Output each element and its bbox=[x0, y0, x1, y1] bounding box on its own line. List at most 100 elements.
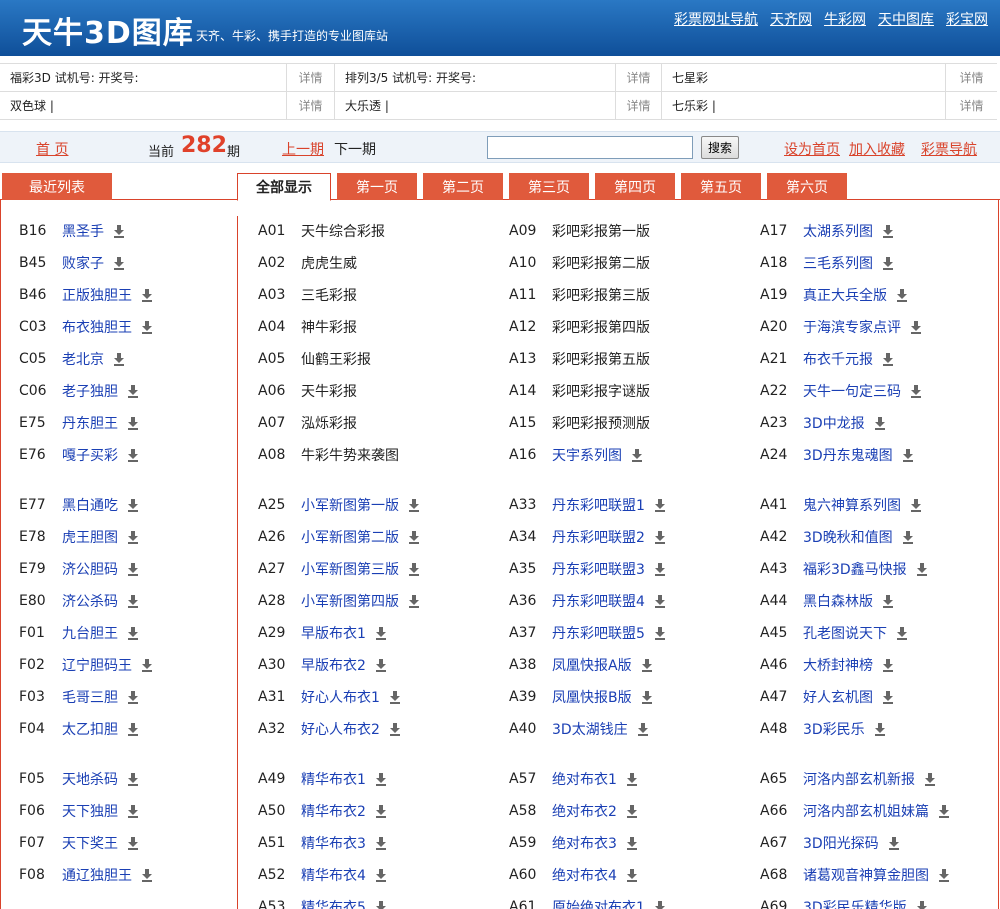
chart-item[interactable]: A15 彩吧彩报预测版 bbox=[509, 414, 650, 432]
chart-item[interactable]: A16 天宇系列图 bbox=[509, 446, 642, 464]
chart-item-title[interactable]: 凤凰快报A版 bbox=[552, 655, 632, 675]
chart-item-title[interactable]: 丹东彩吧联盟5 bbox=[552, 623, 645, 643]
chart-item-title[interactable]: 河洛内部玄机新报 bbox=[803, 769, 915, 789]
tab-page-1[interactable]: 第一页 bbox=[337, 173, 417, 200]
download-icon[interactable] bbox=[911, 320, 921, 334]
chart-item[interactable]: A35 丹东彩吧联盟3 bbox=[509, 560, 665, 578]
chart-item[interactable]: A31 好心人布衣1 bbox=[258, 688, 400, 706]
chart-item-title[interactable]: 九台胆王 bbox=[62, 623, 118, 643]
chart-item-title[interactable]: 彩吧彩报预测版 bbox=[552, 413, 650, 433]
chart-item[interactable]: B45 败家子 bbox=[19, 254, 124, 272]
download-icon[interactable] bbox=[637, 722, 648, 736]
tab-page-5[interactable]: 第五页 bbox=[681, 173, 761, 200]
chart-item-title[interactable]: 好人玄机图 bbox=[803, 687, 873, 707]
chart-item[interactable]: A09 彩吧彩报第一版 bbox=[509, 222, 650, 240]
chart-item-title[interactable]: 丹东彩吧联盟3 bbox=[552, 559, 645, 579]
chart-item-title[interactable]: 好心人布衣1 bbox=[301, 687, 380, 707]
download-icon[interactable] bbox=[375, 772, 386, 786]
search-input[interactable] bbox=[487, 136, 693, 159]
chart-item-title[interactable]: 败家子 bbox=[62, 253, 104, 273]
chart-item[interactable]: A50 精华布衣2 bbox=[258, 802, 386, 820]
chart-item[interactable]: A41 鬼六神算系列图 bbox=[760, 496, 921, 514]
chart-item[interactable]: A17 太湖系列图 bbox=[760, 222, 893, 240]
chart-item[interactable]: A43 福彩3D鑫马快报 bbox=[760, 560, 927, 578]
chart-item-title[interactable]: 彩吧彩报字谜版 bbox=[552, 381, 650, 401]
chart-item-title[interactable]: 真正大兵全版 bbox=[803, 285, 887, 305]
chart-item[interactable]: A11 彩吧彩报第三版 bbox=[509, 286, 650, 304]
download-icon[interactable] bbox=[626, 836, 637, 850]
chart-item[interactable]: A68 诸葛观音神算金胆图 bbox=[760, 866, 949, 884]
chart-item-title[interactable]: 原始绝对布衣1 bbox=[552, 897, 645, 909]
download-icon[interactable] bbox=[874, 416, 885, 430]
chart-item-title[interactable]: 天下独胆 bbox=[62, 801, 118, 821]
chart-item-title[interactable]: 天牛一句定三码 bbox=[803, 381, 901, 401]
chart-item-title[interactable]: 精华布衣1 bbox=[301, 769, 366, 789]
download-icon[interactable] bbox=[626, 868, 637, 882]
download-icon[interactable] bbox=[409, 594, 419, 608]
chart-item-title[interactable]: 小军新图第三版 bbox=[301, 559, 399, 579]
chart-item[interactable]: A30 早版布衣2 bbox=[258, 656, 386, 674]
chart-item[interactable]: A48 3D彩民乐 bbox=[760, 720, 885, 738]
chart-item[interactable]: A38 凤凰快报A版 bbox=[509, 656, 652, 674]
chart-item[interactable]: A66 河洛内部玄机姐妹篇 bbox=[760, 802, 949, 820]
download-icon[interactable] bbox=[632, 448, 642, 462]
download-icon[interactable] bbox=[389, 690, 400, 704]
download-icon[interactable] bbox=[142, 658, 152, 672]
download-icon[interactable] bbox=[654, 562, 665, 576]
tab-page-3[interactable]: 第三页 bbox=[509, 173, 589, 200]
chart-item-title[interactable]: 丹东彩吧联盟1 bbox=[552, 495, 645, 515]
chart-item[interactable]: A26 小军新图第二版 bbox=[258, 528, 419, 546]
chart-item-title[interactable]: 3D彩民乐精华版 bbox=[803, 897, 907, 909]
download-icon[interactable] bbox=[128, 772, 138, 786]
download-icon[interactable] bbox=[128, 690, 138, 704]
tab-recent-list[interactable]: 最近列表 bbox=[2, 173, 112, 200]
download-icon[interactable] bbox=[375, 658, 386, 672]
chart-item-title[interactable]: 布衣独胆王 bbox=[62, 317, 132, 337]
chart-item[interactable]: F07 天下奖王 bbox=[19, 834, 138, 852]
chart-item[interactable]: A10 彩吧彩报第二版 bbox=[509, 254, 650, 272]
chart-item-title[interactable]: 大桥封神榜 bbox=[803, 655, 873, 675]
chart-item[interactable]: A28 小军新图第四版 bbox=[258, 592, 419, 610]
chart-item[interactable]: A03 三毛彩报 bbox=[258, 286, 357, 304]
chart-item-title[interactable]: 鬼六神算系列图 bbox=[803, 495, 901, 515]
download-icon[interactable] bbox=[641, 658, 652, 672]
download-icon[interactable] bbox=[626, 772, 637, 786]
chart-item-title[interactable]: 牛彩牛势来袭图 bbox=[301, 445, 399, 465]
top-link-tianzhong[interactable]: 天中图库 bbox=[878, 9, 934, 29]
chart-item[interactable]: A44 黑白森林版 bbox=[760, 592, 893, 610]
chart-item-title[interactable]: 3D太湖钱庄 bbox=[552, 719, 628, 739]
chart-item[interactable]: A02 虎虎生威 bbox=[258, 254, 357, 272]
search-button[interactable]: 搜索 bbox=[701, 136, 739, 159]
prev-issue-link[interactable]: 上一期 bbox=[282, 139, 324, 159]
chart-item-title[interactable]: 丹东彩吧联盟2 bbox=[552, 527, 645, 547]
chart-item[interactable]: A59 绝对布衣3 bbox=[509, 834, 637, 852]
chart-item[interactable]: A52 精华布衣4 bbox=[258, 866, 386, 884]
chart-item[interactable]: A22 天牛一句定三码 bbox=[760, 382, 921, 400]
chart-item[interactable]: A53 精华布衣5 bbox=[258, 898, 386, 909]
chart-item-title[interactable]: 好心人布衣2 bbox=[301, 719, 380, 739]
chart-item-title[interactable]: 天牛彩报 bbox=[301, 381, 357, 401]
chart-item[interactable]: F01 九台胆王 bbox=[19, 624, 138, 642]
download-icon[interactable] bbox=[883, 352, 893, 366]
site-logo[interactable]: 天牛3D图库 bbox=[22, 8, 194, 52]
chart-item-title[interactable]: 绝对布衣4 bbox=[552, 865, 617, 885]
chart-item[interactable]: A57 绝对布衣1 bbox=[509, 770, 637, 788]
download-icon[interactable] bbox=[128, 722, 138, 736]
chart-item-title[interactable]: 天宇系列图 bbox=[552, 445, 622, 465]
download-icon[interactable] bbox=[128, 416, 138, 430]
chart-item-title[interactable]: 黑白森林版 bbox=[803, 591, 873, 611]
download-icon[interactable] bbox=[128, 448, 138, 462]
chart-item[interactable]: A01 天牛综合彩报 bbox=[258, 222, 385, 240]
chart-item-title[interactable]: 早版布衣2 bbox=[301, 655, 366, 675]
chart-item-title[interactable]: 绝对布衣2 bbox=[552, 801, 617, 821]
chart-item-title[interactable]: 3D阳光探码 bbox=[803, 833, 879, 853]
download-icon[interactable] bbox=[888, 836, 899, 850]
chart-item-title[interactable]: 彩吧彩报第四版 bbox=[552, 317, 650, 337]
chart-item-title[interactable]: 彩吧彩报第三版 bbox=[552, 285, 650, 305]
download-icon[interactable] bbox=[128, 498, 138, 512]
chart-item-title[interactable]: 小军新图第一版 bbox=[301, 495, 399, 515]
dlt-detail-link[interactable]: 详情 bbox=[616, 92, 662, 119]
chart-item-title[interactable]: 丹东彩吧联盟4 bbox=[552, 591, 645, 611]
chart-item[interactable]: A05 仙鹤王彩报 bbox=[258, 350, 371, 368]
next-issue-link[interactable]: 下一期 bbox=[334, 139, 376, 159]
